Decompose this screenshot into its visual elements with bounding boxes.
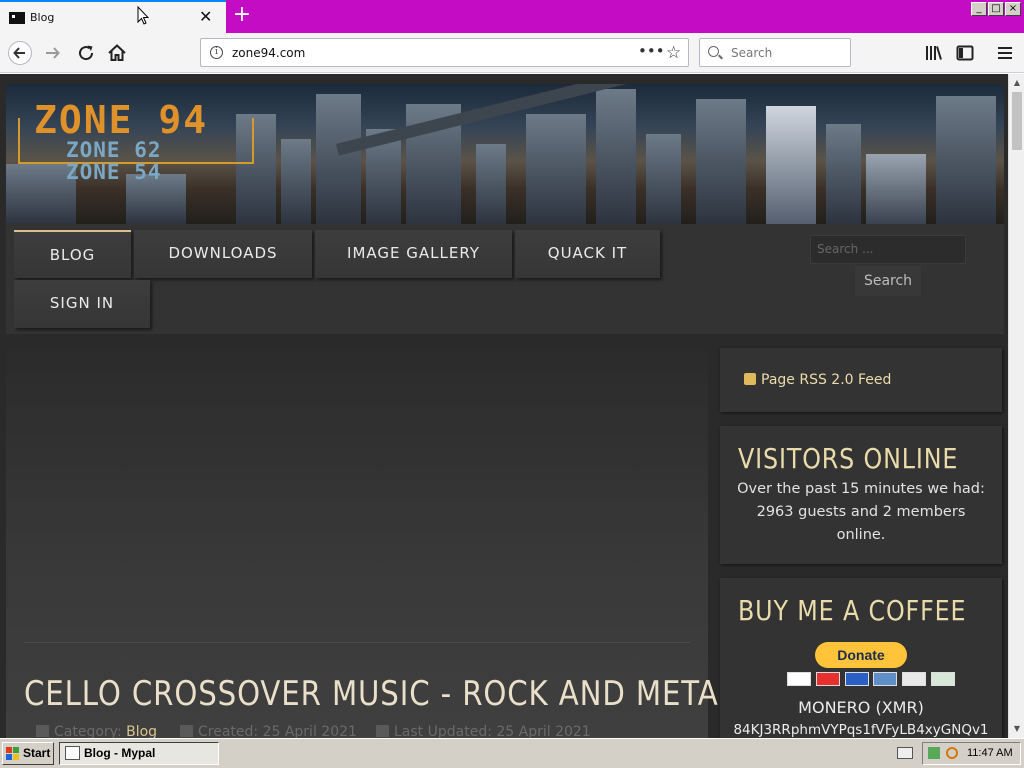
coffee-heading: BUY ME A COFFEE	[738, 594, 967, 627]
amex-icon	[873, 672, 898, 686]
maximize-button[interactable]: □	[988, 2, 1004, 16]
site-favicon-icon	[9, 12, 25, 24]
article-created-date: Created: 25 April 2021	[180, 724, 357, 738]
minimize-button[interactable]: _	[971, 2, 987, 16]
menu-item-quack-it[interactable]: QUACK IT	[515, 230, 660, 278]
start-button[interactable]: Start	[2, 742, 54, 765]
folder-icon	[36, 725, 49, 737]
search-tray-icon[interactable]	[946, 747, 958, 759]
menu-hamburger-icon[interactable]	[995, 43, 1015, 63]
jcb-icon	[931, 672, 956, 686]
menu-item-downloads[interactable]: DOWNLOADS	[134, 230, 312, 278]
clock[interactable]: 11:47 AM	[967, 747, 1013, 759]
visitors-text: Over the past 15 minutes we had: 2963 gu…	[737, 481, 985, 543]
calendar-icon	[180, 725, 193, 737]
address-bar[interactable]: i zone94.com ••• ☆	[200, 38, 689, 67]
tab-title: Blog	[30, 11, 55, 24]
library-icon[interactable]	[924, 43, 944, 63]
browser-tab[interactable]: Blog ✕	[0, 0, 226, 33]
close-window-button[interactable]: ×	[1005, 2, 1021, 16]
main-content: CELLO CROSSOVER MUSIC - ROCK AND METAL C…	[6, 348, 735, 738]
site-search-input[interactable]: Search ...	[810, 235, 966, 264]
network-icon[interactable]	[928, 747, 940, 759]
system-tray: 11:47 AM	[922, 742, 1021, 765]
divider	[24, 642, 690, 643]
reload-icon[interactable]	[74, 41, 98, 65]
bookmark-star-icon[interactable]: ☆	[666, 43, 681, 63]
logo-subtitle-2: ZONE 54	[66, 160, 162, 184]
article-category: Category: Blog	[36, 724, 157, 738]
vertical-scrollbar[interactable]: ▲ ▼	[1008, 74, 1024, 738]
keyboard-icon[interactable]	[897, 747, 913, 759]
tab-strip: Blog ✕ + _ □ ×	[0, 0, 1024, 33]
taskbar: Start Blog - Mypal 11:47 AM	[0, 738, 1024, 768]
back-arrow-icon[interactable]	[8, 41, 32, 65]
home-icon[interactable]	[105, 41, 129, 65]
category-link[interactable]: Blog	[126, 724, 157, 738]
sidebar-toggle-icon[interactable]	[955, 43, 975, 63]
page-actions-icon[interactable]: •••	[638, 42, 665, 60]
menu-item-sign-in[interactable]: SIGN IN	[14, 280, 150, 328]
mastercard-icon	[815, 672, 840, 686]
payment-cards	[787, 672, 956, 686]
forward-arrow-icon[interactable]	[41, 41, 65, 65]
article-title[interactable]: CELLO CROSSOVER MUSIC - ROCK AND METAL	[24, 674, 736, 714]
navigation-toolbar: i zone94.com ••• ☆ Search	[0, 33, 1024, 73]
rss-feed-link[interactable]: Page RSS 2.0 Feed	[744, 372, 891, 388]
monero-label: MONERO (XMR)	[798, 698, 924, 717]
monero-address[interactable]: 84KJ3RRphmVYPqs1fVFyLB4xyGNQv1	[720, 722, 1002, 738]
article-updated-date: Last Updated: 25 April 2021	[376, 724, 591, 738]
site-search-button[interactable]: Search	[855, 266, 921, 296]
mouse-cursor-icon	[137, 6, 149, 25]
site-logo[interactable]: ZONE 94	[34, 98, 208, 142]
page-viewport: ZONE 94 ZONE 62 ZONE 54 BLOG DOWNLOADS I…	[0, 74, 1008, 738]
taskbar-item-blog-mypal[interactable]: Blog - Mypal	[59, 742, 219, 765]
site-navigation: BLOG DOWNLOADS IMAGE GALLERY QUACK IT SI…	[6, 224, 1004, 334]
coffee-module: BUY ME A COFFEE Donate MONERO (XMR) 84KJ…	[720, 578, 1002, 738]
discover-icon	[902, 672, 927, 686]
logo-subtitle-1: ZONE 62	[66, 138, 162, 162]
new-tab-button[interactable]: +	[231, 4, 253, 26]
search-icon	[708, 46, 719, 57]
rss-module: Page RSS 2.0 Feed	[720, 348, 1002, 412]
rss-icon	[744, 373, 756, 385]
windows-logo-icon	[6, 747, 19, 760]
visitors-module: VISITORS ONLINE Over the past 15 minutes…	[720, 426, 1002, 564]
menu-item-image-gallery[interactable]: IMAGE GALLERY	[315, 230, 512, 278]
browser-search-placeholder[interactable]: Search	[731, 46, 772, 60]
visitors-heading: VISITORS ONLINE	[738, 442, 959, 475]
site-banner: ZONE 94 ZONE 62 ZONE 54	[6, 84, 1004, 224]
browser-app-icon	[65, 746, 80, 760]
visa-icon	[787, 672, 811, 686]
donate-button[interactable]: Donate	[815, 642, 907, 668]
close-tab-icon[interactable]: ✕	[199, 8, 212, 26]
scrollbar-thumb[interactable]	[1012, 92, 1022, 150]
site-info-icon[interactable]: i	[210, 46, 223, 59]
maestro-icon	[844, 672, 869, 686]
scroll-up-icon[interactable]: ▲	[1010, 76, 1024, 90]
url-text[interactable]: zone94.com	[232, 46, 305, 60]
menu-item-blog[interactable]: BLOG	[14, 230, 131, 278]
browser-search-box[interactable]: Search	[699, 38, 851, 67]
scroll-down-icon[interactable]: ▼	[1010, 722, 1024, 736]
calendar-icon	[376, 725, 389, 737]
